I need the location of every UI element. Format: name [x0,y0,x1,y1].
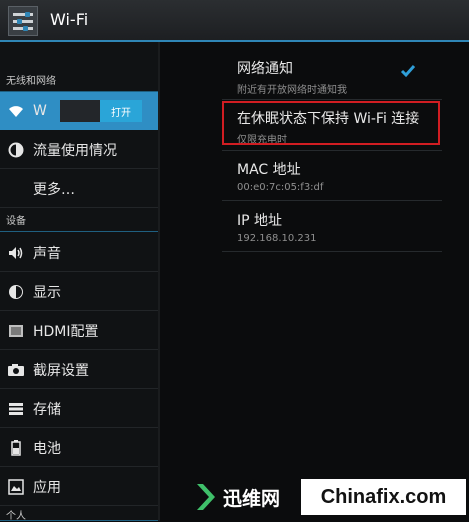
toggle-track [60,100,100,122]
brightness-icon [7,283,25,301]
panel-divider [158,42,160,521]
pref-summary: 附近有开放网络时通知我 [237,85,347,96]
section-header-wireless: 无线和网络 [0,72,160,92]
checkmark-icon [400,65,416,78]
sidebar-item-battery[interactable]: 电池 [0,429,158,467]
network-notification-checkbox[interactable] [400,63,416,79]
watermark-logo: 迅维网 [195,478,301,516]
divider [222,99,442,100]
divider [222,150,442,151]
sidebar-item-label: 电池 [33,440,61,457]
pref-title: 网络通知 [237,61,293,77]
pref-title: IP 地址 [237,213,283,229]
sidebar-item-label: W [33,103,47,119]
sidebar-item-screenshot[interactable]: 截屏设置 [0,351,158,389]
camera-icon [7,361,25,379]
sidebar-item-label: 存储 [33,401,61,418]
action-bar: Wi-Fi [0,0,469,42]
watermark-text: 迅维网 [223,487,281,510]
sidebar-item-data-usage[interactable]: 流量使用情况 [0,131,158,169]
sidebar-item-more[interactable]: 更多… [0,170,158,208]
annotation-highlight-box [222,101,440,145]
volume-icon [7,244,25,262]
watermark-site: Chinafix.com [301,479,466,515]
sidebar-item-label: 声音 [33,245,61,262]
storage-icon [7,400,25,418]
wifi-toggle-switch[interactable]: 打开 [60,100,142,122]
divider [222,251,442,252]
pref-summary: 00:e0:7c:05:f3:df [237,182,324,193]
apps-icon [7,478,25,496]
wifi-icon [7,102,25,120]
pref-mac-address: MAC 地址 00:e0:7c:05:f3:df [237,159,323,193]
sidebar-item-hdmi[interactable]: HDMI配置 [0,312,158,350]
sidebar-item-sound[interactable]: 声音 [0,234,158,272]
sidebar-item-display[interactable]: 显示 [0,273,158,311]
settings-sliders-icon[interactable] [8,6,38,36]
battery-icon [7,439,25,457]
sidebar-item-label: 应用 [33,479,61,496]
chevron-logo-icon [197,484,215,510]
section-header-personal: 个人 [0,507,160,522]
pref-ip-address: IP 地址 192.168.10.231 [237,210,317,244]
sidebar-item-label: 显示 [33,284,61,301]
pref-summary: 192.168.10.231 [237,233,317,244]
sidebar-item-storage[interactable]: 存储 [0,390,158,428]
divider [222,200,442,201]
section-header-device: 设备 [0,212,160,232]
page-title: Wi-Fi [50,10,89,29]
data-usage-icon [7,141,25,159]
sidebar-item-label: HDMI配置 [33,323,99,340]
sidebar-item-apps[interactable]: 应用 [0,468,158,506]
hdmi-icon [7,322,25,340]
pref-network-notification[interactable]: 网络通知 附近有开放网络时通知我 [237,58,347,96]
sidebar-item-label: 更多… [33,181,75,198]
sidebar-item-label: 流量使用情况 [33,142,117,159]
pref-title: MAC 地址 [237,162,301,178]
toggle-thumb: 打开 [100,100,142,122]
sidebar-item-label: 截屏设置 [33,362,89,379]
